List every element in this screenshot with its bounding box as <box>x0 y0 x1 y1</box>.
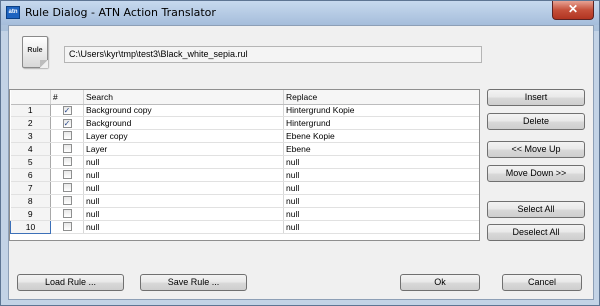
replace-cell[interactable]: null <box>283 168 479 183</box>
table-row[interactable]: 10 null null <box>10 220 479 235</box>
replace-cell[interactable]: null <box>283 220 479 235</box>
move-down-button[interactable]: Move Down >> <box>487 165 585 182</box>
row-number[interactable]: 6 <box>10 168 51 183</box>
row-checkbox-cell <box>50 142 84 157</box>
row-checkbox-cell <box>50 220 84 235</box>
table-row[interactable]: 2 ✓ Background Hintergrund <box>10 116 479 131</box>
row-checkbox-cell <box>50 181 84 196</box>
insert-button[interactable]: Insert <box>487 89 585 106</box>
row-number[interactable]: 7 <box>10 181 51 196</box>
search-cell[interactable]: null <box>83 168 284 183</box>
rule-dialog-window: atn Rule Dialog - ATN Action Translator … <box>0 0 600 306</box>
replace-cell[interactable]: null <box>283 207 479 222</box>
search-column-header[interactable]: Search <box>83 90 284 105</box>
search-cell[interactable]: Layer copy <box>83 129 284 144</box>
save-rule-button[interactable]: Save Rule ... <box>140 274 247 291</box>
deselect-all-button[interactable]: Deselect All <box>487 224 585 241</box>
search-cell[interactable]: null <box>83 207 284 222</box>
row-number[interactable]: 2 <box>10 116 51 131</box>
row-number[interactable]: 1 <box>10 104 51 118</box>
replace-cell[interactable]: Ebene Kopie <box>283 129 479 144</box>
row-checkbox-cell <box>50 207 84 222</box>
rules-table: # Search Replace 1 ✓ Background copy Hinter… <box>9 89 480 241</box>
replace-cell[interactable]: null <box>283 194 479 209</box>
row-number[interactable]: 4 <box>10 142 51 157</box>
row-number[interactable]: 8 <box>10 194 51 209</box>
row-checkbox[interactable] <box>62 196 72 206</box>
row-checkbox-cell: ✓ <box>50 104 84 118</box>
select-all-button[interactable]: Select All <box>487 201 585 218</box>
row-checkbox-cell: ✓ <box>50 116 84 131</box>
rule-icon-label: Rule <box>27 47 43 54</box>
move-up-button[interactable]: << Move Up <box>487 141 585 158</box>
table-row[interactable]: 1 ✓ Background copy Hintergrund Kopie <box>10 104 479 118</box>
table-row[interactable]: 9 null null <box>10 207 479 222</box>
row-checkbox-cell <box>50 155 84 170</box>
dialog-client-area: Rule C:\Users\kyr\tmp\test3\Black_white_… <box>8 25 594 300</box>
table-row[interactable]: 3 Layer copy Ebene Kopie <box>10 129 479 144</box>
row-checkbox[interactable] <box>62 209 72 219</box>
close-icon[interactable]: ✕ <box>552 1 594 20</box>
table-row[interactable]: 8 null null <box>10 194 479 209</box>
replace-cell[interactable]: Ebene <box>283 142 479 157</box>
rule-file-icon: Rule <box>22 36 48 68</box>
ok-button[interactable]: Ok <box>400 274 480 291</box>
row-checkbox-cell <box>50 168 84 183</box>
window-title: Rule Dialog - ATN Action Translator <box>25 6 216 19</box>
delete-button[interactable]: Delete <box>487 113 585 130</box>
cancel-button[interactable]: Cancel <box>502 274 582 291</box>
check-column-header[interactable]: # <box>50 90 84 105</box>
title-bar[interactable]: atn Rule Dialog - ATN Action Translator … <box>1 1 599 25</box>
row-checkbox[interactable] <box>62 170 72 180</box>
rule-path-field[interactable]: C:\Users\kyr\tmp\test3\Black_white_sepia… <box>64 46 482 63</box>
replace-cell[interactable]: null <box>283 155 479 170</box>
row-checkbox[interactable] <box>62 222 72 232</box>
search-cell[interactable]: null <box>83 181 284 196</box>
row-checkbox[interactable]: ✓ <box>62 119 72 129</box>
row-checkbox[interactable]: ✓ <box>62 106 72 116</box>
row-number[interactable]: 10 <box>10 220 51 235</box>
search-cell[interactable]: null <box>83 194 284 209</box>
row-number[interactable]: 3 <box>10 129 51 144</box>
table-row[interactable]: 5 null null <box>10 155 479 170</box>
table-header-row: # Search Replace <box>10 90 479 105</box>
search-cell[interactable]: Background copy <box>83 104 284 118</box>
row-number-header <box>10 90 51 105</box>
replace-cell[interactable]: Hintergrund <box>283 116 479 131</box>
row-checkbox-cell <box>50 194 84 209</box>
row-checkbox[interactable] <box>62 157 72 167</box>
row-checkbox[interactable] <box>62 183 72 193</box>
replace-column-header[interactable]: Replace <box>283 90 479 105</box>
table-row[interactable]: 7 null null <box>10 181 479 196</box>
page-fold <box>40 60 48 68</box>
table-row[interactable]: 6 null null <box>10 168 479 183</box>
row-checkbox-cell <box>50 129 84 144</box>
row-checkbox[interactable] <box>62 131 72 141</box>
atn-app-icon: atn <box>6 6 20 19</box>
table-row[interactable]: 4 Layer Ebene <box>10 142 479 157</box>
row-checkbox[interactable] <box>62 144 72 154</box>
search-cell[interactable]: null <box>83 155 284 170</box>
row-number[interactable]: 9 <box>10 207 51 222</box>
replace-cell[interactable]: null <box>283 181 479 196</box>
replace-cell[interactable]: Hintergrund Kopie <box>283 104 479 118</box>
search-cell[interactable]: Background <box>83 116 284 131</box>
load-rule-button[interactable]: Load Rule ... <box>17 274 124 291</box>
search-cell[interactable]: Layer <box>83 142 284 157</box>
row-number[interactable]: 5 <box>10 155 51 170</box>
search-cell[interactable]: null <box>83 220 284 235</box>
